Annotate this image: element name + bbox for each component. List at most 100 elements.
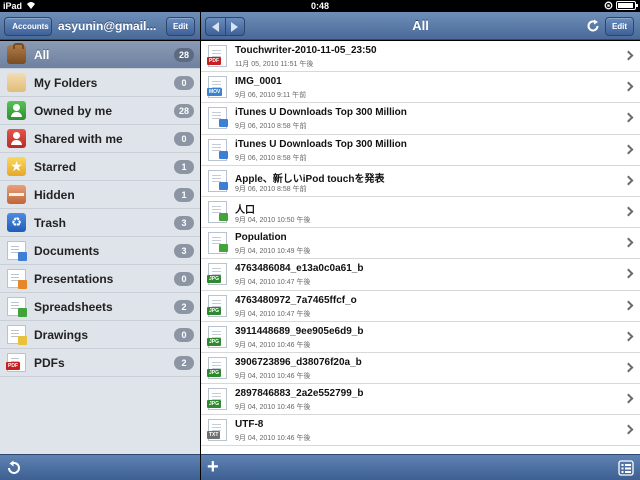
image-file-icon: JPG: [207, 325, 227, 348]
list-item[interactable]: JPG 4763486084_e13a0c0a61_b 9月 04, 2010 …: [201, 259, 640, 291]
sidebar-item-hidden[interactable]: Hidden 1: [0, 181, 200, 209]
chevron-right-icon: [623, 81, 634, 92]
list-item[interactable]: Apple、新しいiPod touchを発表 9月 06, 2010 8:58 …: [201, 165, 640, 197]
count-badge: 28: [173, 48, 194, 62]
list-view-icon[interactable]: [618, 460, 634, 476]
sidebar-item-drawings[interactable]: Drawings 0: [0, 321, 200, 349]
file-name: IMG_0001: [235, 76, 282, 88]
sidebar-toolbar: [0, 454, 200, 480]
list-item[interactable]: JPG 4763480972_7a7465ffcf_o 9月 04, 2010 …: [201, 290, 640, 322]
file-date: 9月 04, 2010 10:47 午後: [235, 310, 311, 318]
list-item[interactable]: MOV IMG_0001 9月 06, 2010 9:11 午前: [201, 72, 640, 104]
file-name: 2897846883_2a2e552799_b: [235, 388, 364, 400]
xls-tag: [219, 244, 228, 253]
image-file-icon: JPG: [207, 356, 227, 379]
image-file-icon: JPG: [207, 263, 227, 286]
briefcase-icon: [7, 43, 26, 64]
file-date: 9月 06, 2010 8:58 午前: [235, 185, 307, 193]
spreadsheet-icon: [7, 297, 27, 317]
chevron-right-icon: [623, 50, 634, 61]
file-type-tag: JPG: [207, 337, 222, 346]
list-item[interactable]: JPG 2897846883_2a2e552799_b 9月 04, 2010 …: [201, 384, 640, 416]
clock: 0:48: [310, 1, 329, 11]
file-name: 4763486084_e13a0c0a61_b: [235, 263, 364, 275]
sidebar: All 28 My Folders 0 Owned by me 28 Share…: [0, 41, 200, 454]
count-badge: 0: [174, 272, 194, 286]
file-name: Population: [235, 232, 287, 244]
accounts-back-button[interactable]: Accounts: [4, 17, 52, 36]
sidebar-item-trash[interactable]: ♻ Trash 3: [0, 209, 200, 237]
pdf-file-icon: PDF: [207, 45, 227, 67]
sidebar-item-label: Spreadsheets: [34, 300, 113, 314]
list-item[interactable]: iTunes U Downloads Top 300 Million 9月 06…: [201, 134, 640, 166]
star-icon: ★: [7, 157, 26, 176]
spreadsheet-file-icon: [208, 232, 228, 255]
file-type-tag: JPG: [207, 400, 222, 409]
sidebar-item-my-folders[interactable]: My Folders 0: [0, 69, 200, 97]
sidebar-item-shared-with-me[interactable]: Shared with me 0: [0, 125, 200, 153]
refresh-icon[interactable]: [6, 460, 22, 476]
file-date: 9月 04, 2010 10:46 午後: [235, 341, 311, 349]
sidebar-item-label: Starred: [34, 160, 77, 174]
shared-person-icon: [7, 129, 26, 148]
file-name: 人口: [235, 204, 255, 216]
file-name: Touchwriter-2010-11-05_23:50: [235, 45, 377, 56]
person-icon: [7, 101, 26, 120]
file-date: 9月 04, 2010 10:49 午後: [235, 248, 311, 256]
list-item[interactable]: TXT UTF-8 9月 04, 2010 10:46 午後: [201, 415, 640, 447]
count-badge: 0: [174, 328, 194, 342]
file-name: iTunes U Downloads Top 300 Million: [235, 138, 407, 150]
file-name: 4763480972_7a7465ffcf_o: [235, 294, 357, 306]
count-badge: 28: [173, 104, 194, 118]
file-date: 9月 06, 2010 9:11 午前: [235, 92, 307, 100]
chevron-right-icon: [623, 144, 634, 155]
sidebar-item-all[interactable]: All 28: [0, 41, 200, 69]
file-date: 9月 04, 2010 10:46 午後: [235, 404, 311, 412]
list-edit-button[interactable]: Edit: [605, 17, 634, 36]
count-badge: 2: [174, 356, 194, 370]
file-name: UTF-8: [235, 419, 264, 431]
list-toolbar: +: [201, 454, 640, 480]
refresh-icon[interactable]: [586, 19, 600, 33]
document-file-icon: [208, 169, 228, 192]
sidebar-item-presentations[interactable]: Presentations 0: [0, 265, 200, 293]
sidebar-item-pdfs[interactable]: PDF PDFs 2: [0, 349, 200, 377]
sidebar-item-spreadsheets[interactable]: Spreadsheets 2: [0, 293, 200, 321]
list-item[interactable]: iTunes U Downloads Top 300 Million 9月 06…: [201, 103, 640, 135]
image-file-icon: JPG: [207, 388, 227, 411]
chevron-right-icon: [623, 393, 634, 404]
presentation-icon: [7, 269, 27, 289]
sidebar-item-starred[interactable]: ★ Starred 1: [0, 153, 200, 181]
file-type-tag: TXT: [207, 431, 221, 440]
file-type-tag: JPG: [207, 275, 222, 284]
chevron-right-icon: [623, 175, 634, 186]
doc-tag: [219, 181, 228, 190]
sidebar-item-documents[interactable]: Documents 3: [0, 237, 200, 265]
movie-file-icon: MOV: [207, 76, 227, 99]
list-item[interactable]: PDF Touchwriter-2010-11-05_23:50 11月 05,…: [201, 41, 640, 73]
chevron-right-icon: [623, 424, 634, 435]
add-button[interactable]: +: [207, 456, 219, 478]
sidebar-item-owned-by-me[interactable]: Owned by me 28: [0, 97, 200, 125]
file-date: 9月 04, 2010 10:46 午後: [235, 435, 311, 443]
sidebar-item-label: Trash: [34, 216, 67, 230]
hidden-box-icon: [7, 185, 26, 204]
sidebar-edit-button[interactable]: Edit: [166, 17, 195, 36]
list-item[interactable]: JPG 3906723896_d38076f20a_b 9月 04, 2010 …: [201, 352, 640, 385]
list-item[interactable]: 人口 9月 04, 2010 10:50 午後: [201, 196, 640, 229]
sidebar-item-label: Owned by me: [34, 104, 113, 118]
file-type-tag: JPG: [207, 368, 222, 377]
text-file-icon: TXT: [207, 419, 227, 442]
file-name: iTunes U Downloads Top 300 Million: [235, 107, 407, 119]
chevron-right-icon: [623, 362, 634, 373]
doc-tag: [219, 150, 228, 159]
main-navbar: All Edit: [201, 12, 640, 40]
count-badge: 3: [174, 216, 194, 230]
count-badge: 0: [174, 76, 194, 90]
list-item[interactable]: Population 9月 04, 2010 10:49 午後: [201, 228, 640, 260]
document-file-icon: [208, 107, 228, 130]
file-list: PDF Touchwriter-2010-11-05_23:50 11月 05,…: [201, 41, 640, 454]
account-title: asyunin@gmail...: [58, 19, 157, 33]
list-item[interactable]: JPG 3911448689_9ee905e6d9_b 9月 04, 2010 …: [201, 321, 640, 353]
accounts-back-label: Accounts: [12, 22, 49, 31]
